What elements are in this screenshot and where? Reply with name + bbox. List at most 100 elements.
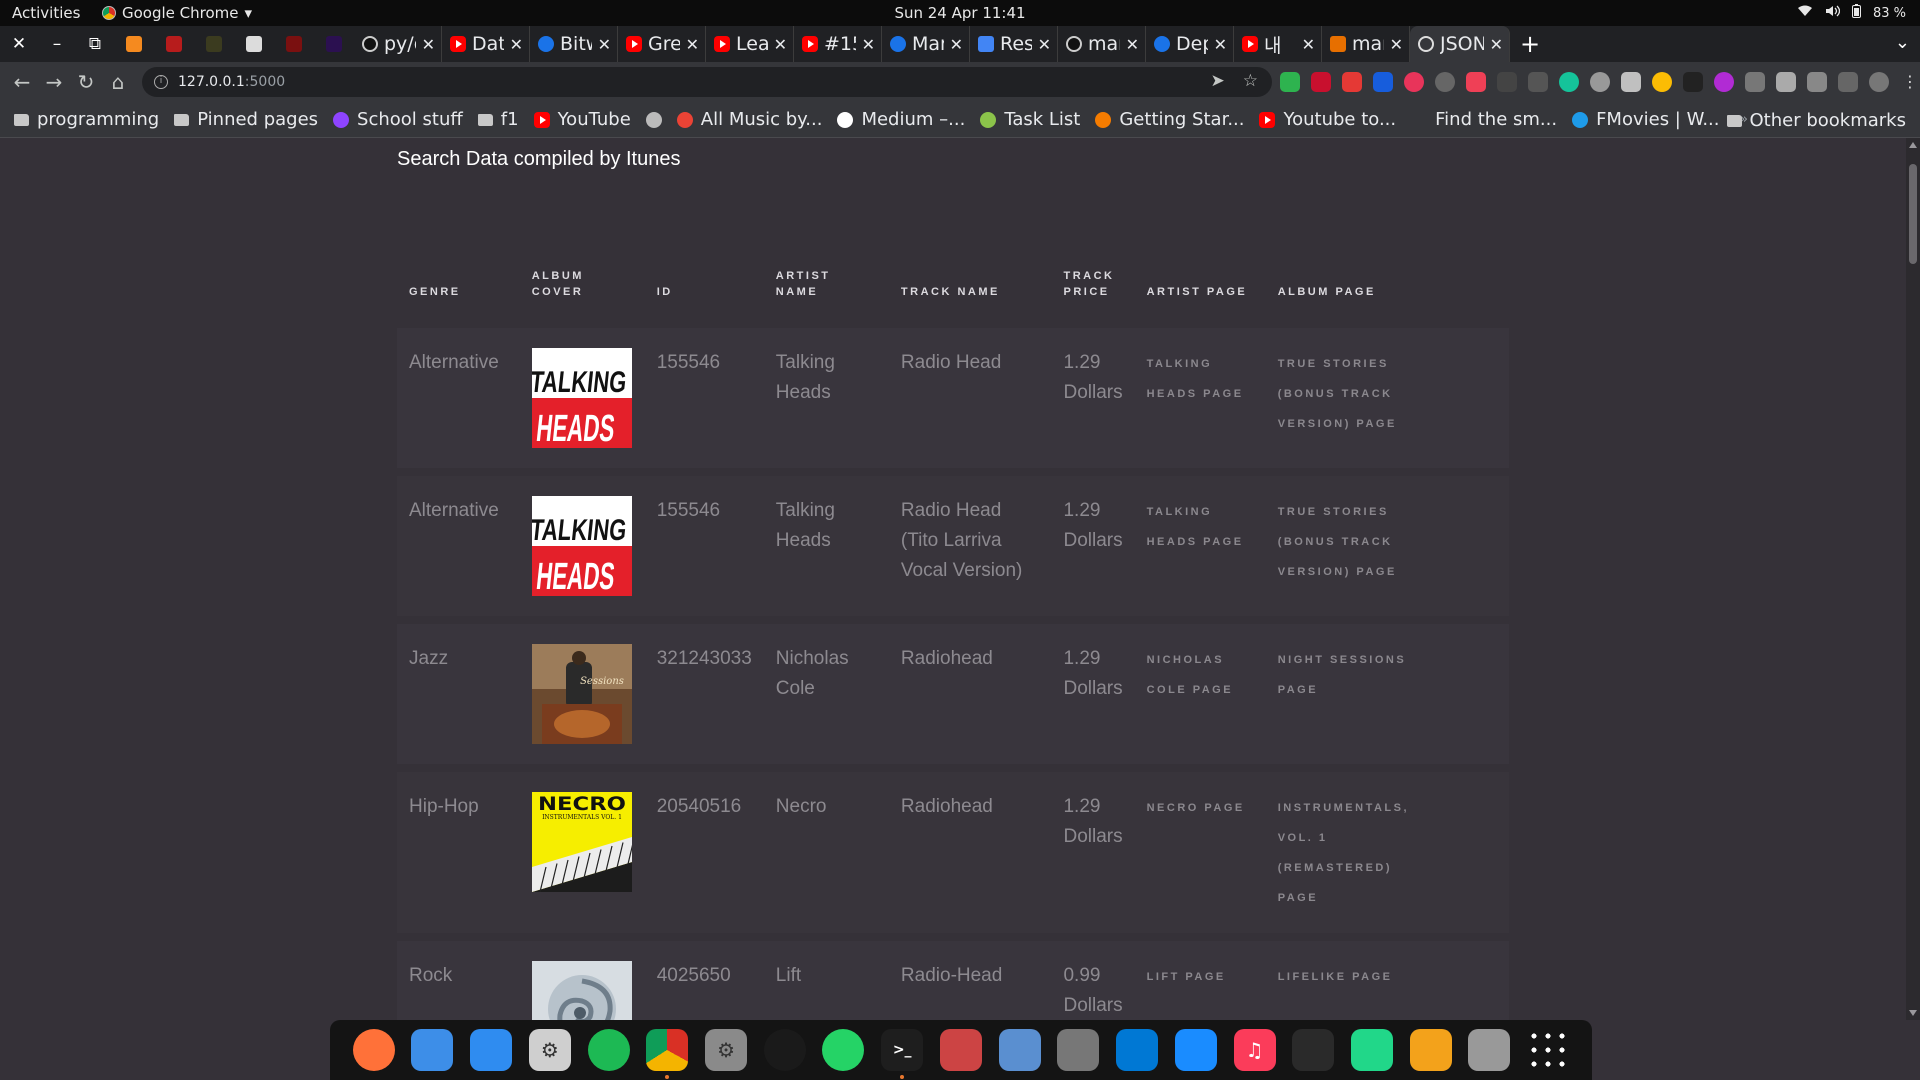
tab-7[interactable]: Marki ✕: [882, 26, 970, 62]
bookmark-13[interactable]: FMovies | W...: [1572, 109, 1720, 130]
video-extension-icon[interactable]: [1528, 72, 1548, 92]
pycharm-icon[interactable]: [1350, 1029, 1393, 1071]
scrollbar-thumb[interactable]: [1909, 164, 1917, 264]
tab-1[interactable]: py/da ✕: [354, 26, 442, 62]
activities-button[interactable]: Activities: [12, 4, 80, 22]
mail-icon[interactable]: [411, 1029, 454, 1071]
address-bar[interactable]: i 127.0.0.1:5000 ➤ ☆: [142, 67, 1272, 97]
column-header-track-name[interactable]: Track Name: [889, 218, 1052, 328]
spotify-icon[interactable]: [587, 1029, 630, 1071]
settings-cog-icon[interactable]: ⚙: [528, 1029, 571, 1071]
bookmark-7[interactable]: All Music by...: [676, 109, 822, 130]
shield-extension-icon[interactable]: [1280, 72, 1300, 92]
app-menu[interactable]: Google Chrome ▾: [102, 4, 252, 22]
pinned-tab-3[interactable]: [194, 26, 234, 62]
pinned-tab-5[interactable]: [274, 26, 314, 62]
column-header-album-page[interactable]: Album Page: [1266, 218, 1509, 328]
finder-icon[interactable]: [470, 1029, 513, 1071]
close-window-button[interactable]: ✕: [0, 26, 38, 62]
scroll-up-arrow-icon[interactable]: [1909, 142, 1917, 148]
other-bookmarks-button[interactable]: Other bookmarks: [1726, 110, 1906, 131]
column-header-genre[interactable]: Genre: [397, 218, 520, 328]
camera-icon[interactable]: [1057, 1029, 1100, 1071]
artist-page-link[interactable]: Talking Heads Page: [1147, 349, 1247, 409]
album-page-link[interactable]: Night Sessions Page: [1278, 645, 1408, 705]
honey-extension-icon[interactable]: [1652, 72, 1672, 92]
column-header-id[interactable]: ID: [645, 218, 764, 328]
forward-button[interactable]: →: [38, 70, 70, 94]
close-tab-icon[interactable]: ✕: [510, 35, 523, 54]
bookmark-3[interactable]: School stuff: [333, 109, 463, 130]
tab-8[interactable]: Resur ✕: [970, 26, 1058, 62]
back-button[interactable]: ←: [6, 70, 38, 94]
column-header-track-price[interactable]: Track Price: [1051, 218, 1134, 328]
usb-icon[interactable]: [939, 1029, 982, 1071]
kebab-menu-icon[interactable]: ⋮: [1900, 72, 1920, 92]
tab-11[interactable]: 내 ✕: [1234, 26, 1322, 62]
bookmark-11[interactable]: Youtube to...: [1259, 109, 1396, 130]
tab-12[interactable]: marko ✕: [1322, 26, 1410, 62]
artist-page-link[interactable]: Lift Page: [1147, 962, 1226, 992]
colorzilla-extension-icon[interactable]: [1714, 72, 1734, 92]
close-tab-icon[interactable]: ✕: [686, 35, 699, 54]
album-page-link[interactable]: Instrumentals, Vol. 1 (Remastered) Page: [1278, 793, 1408, 913]
close-tab-icon[interactable]: ✕: [598, 35, 611, 54]
chrome-icon[interactable]: [646, 1029, 689, 1079]
tab-13[interactable]: JSON ✕: [1410, 26, 1510, 62]
close-tab-icon[interactable]: ✕: [1390, 35, 1403, 54]
pinned-tab-2[interactable]: [154, 26, 194, 62]
tab-2[interactable]: Data / ✕: [442, 26, 530, 62]
column-header-artist-page[interactable]: Artist Page: [1135, 218, 1266, 328]
tab-search-button[interactable]: ⌄: [1895, 32, 1910, 53]
bookmark-12[interactable]: Find the sm...: [1411, 109, 1557, 130]
clock-icon[interactable]: [763, 1029, 806, 1071]
minimize-window-button[interactable]: –: [38, 26, 76, 62]
close-tab-icon[interactable]: ✕: [862, 35, 875, 54]
column-header-artist-name[interactable]: Artist Name: [764, 218, 889, 328]
bookmark-6[interactable]: [645, 111, 662, 128]
bookmark-star-icon[interactable]: ☆: [1243, 71, 1258, 91]
clock[interactable]: Sun 24 Apr 11:41: [0, 4, 1920, 22]
album-page-link[interactable]: True Stories (Bonus Track Version) Page: [1278, 497, 1408, 587]
tab-5[interactable]: Learn ✕: [706, 26, 794, 62]
artist-page-link[interactable]: Talking Heads Page: [1147, 497, 1247, 557]
artist-page-link[interactable]: Nicholas Cole Page: [1147, 645, 1247, 705]
bookmark-10[interactable]: Getting Star...: [1095, 109, 1244, 130]
album-page-link[interactable]: Lifelike Page: [1278, 962, 1393, 992]
bookmark-9[interactable]: Task List: [980, 109, 1080, 130]
new-tab-button[interactable]: +: [1510, 30, 1550, 58]
tab-6[interactable]: #15 P ✕: [794, 26, 882, 62]
close-tab-icon[interactable]: ✕: [1214, 35, 1227, 54]
adblock-extension-icon[interactable]: [1311, 72, 1331, 92]
openai-extension-icon[interactable]: [1590, 72, 1610, 92]
pinned-tab-4[interactable]: [234, 26, 274, 62]
info-icon[interactable]: i: [154, 75, 168, 89]
app-store-icon[interactable]: [1174, 1029, 1217, 1071]
files-icon[interactable]: [1409, 1029, 1452, 1071]
scroll-down-arrow-icon[interactable]: [1909, 1010, 1917, 1016]
pocket-extension-icon[interactable]: [1466, 72, 1486, 92]
home-button[interactable]: ⌂: [102, 70, 134, 94]
close-tab-icon[interactable]: ✕: [422, 35, 435, 54]
restore-window-button[interactable]: ⧉: [76, 26, 114, 62]
screenshot-icon[interactable]: [998, 1029, 1041, 1071]
bookmark-1[interactable]: programming: [14, 109, 159, 130]
activity-monitor-icon[interactable]: [1292, 1029, 1335, 1071]
tab-3[interactable]: Bitwis ✕: [530, 26, 618, 62]
close-tab-icon[interactable]: ✕: [774, 35, 787, 54]
page-scrollbar[interactable]: [1906, 138, 1920, 1020]
album-page-link[interactable]: True Stories (Bonus Track Version) Page: [1278, 349, 1408, 439]
music-icon[interactable]: ♫: [1233, 1029, 1276, 1071]
pinned-tab-6[interactable]: [314, 26, 354, 62]
download-extension-icon[interactable]: [1497, 72, 1517, 92]
trash-icon[interactable]: [1468, 1029, 1511, 1071]
tab-10[interactable]: Deplo ✕: [1146, 26, 1234, 62]
status-area[interactable]: 83 %: [1797, 4, 1906, 22]
bookmark-2[interactable]: Pinned pages: [174, 109, 318, 130]
app-grid-icon[interactable]: [1527, 1029, 1570, 1071]
whatsapp-icon[interactable]: [822, 1029, 865, 1071]
bitwarden-extension-icon[interactable]: [1373, 72, 1393, 92]
system-preferences-icon[interactable]: ⚙: [705, 1029, 748, 1071]
side-panel-icon[interactable]: [1838, 72, 1858, 92]
close-tab-icon[interactable]: ✕: [950, 35, 963, 54]
